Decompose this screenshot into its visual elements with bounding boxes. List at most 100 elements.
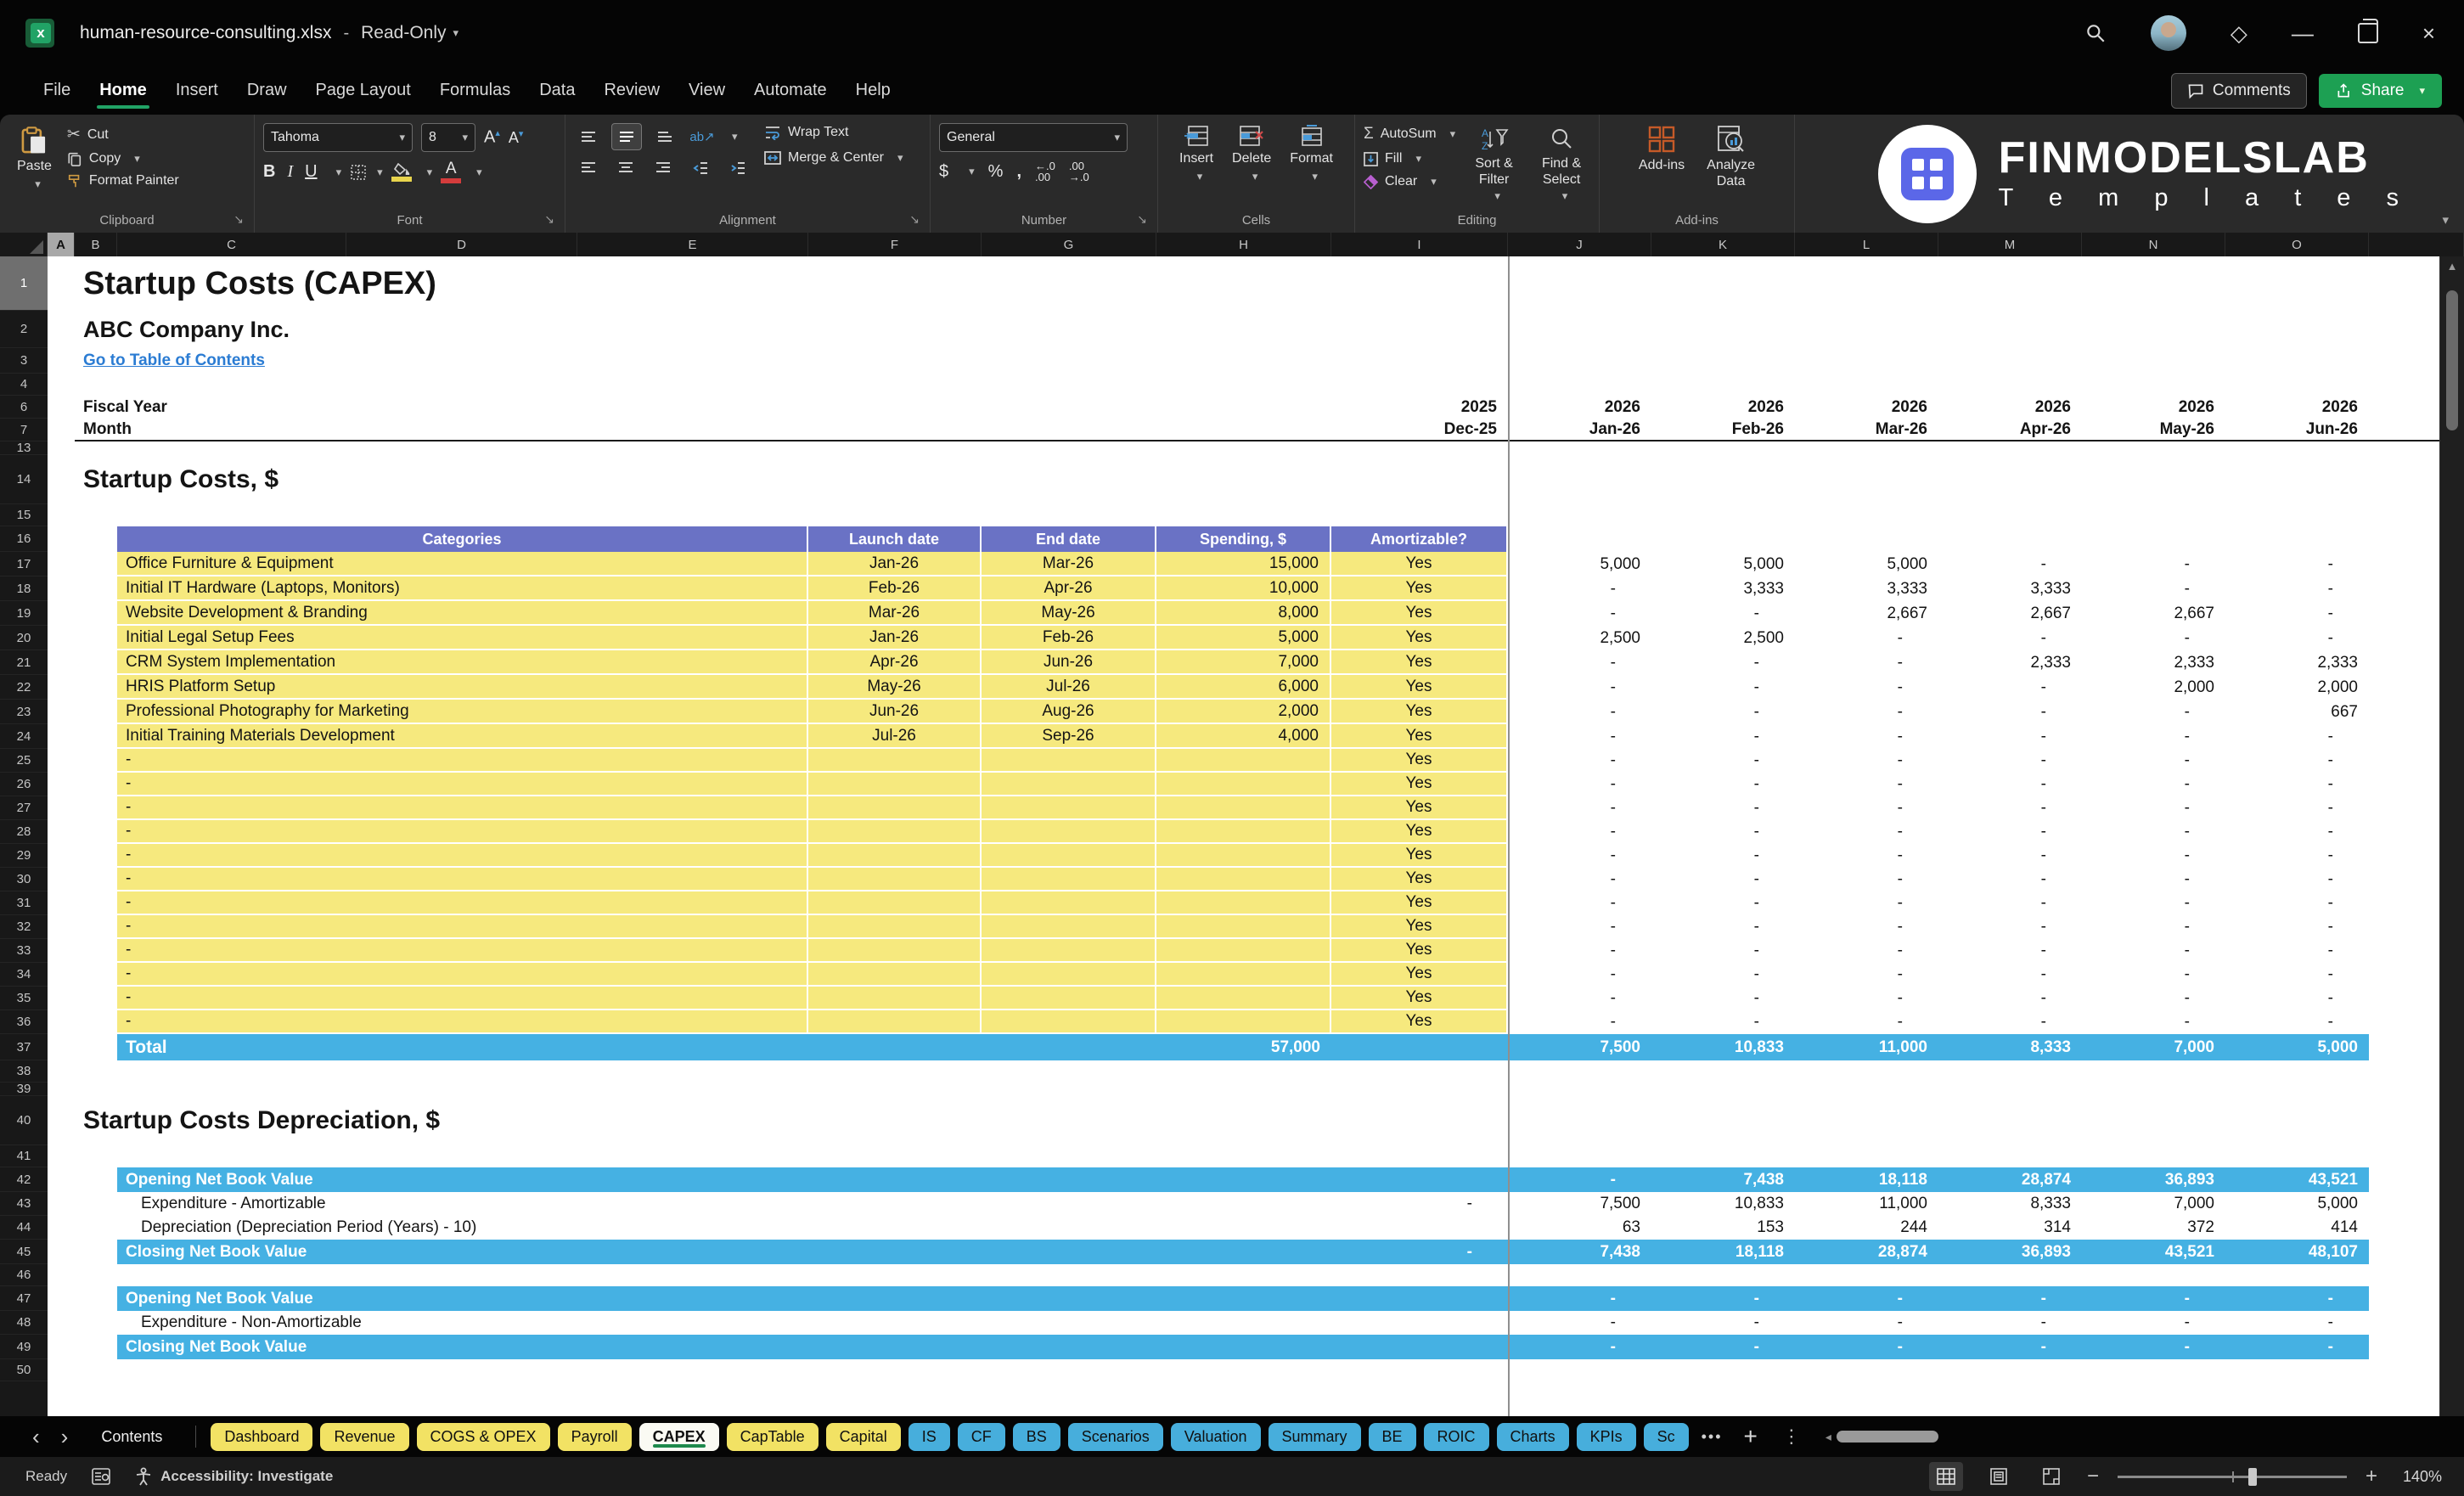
cell-value[interactable]: 2,667 xyxy=(1938,601,2082,626)
cell-amortizable[interactable]: Yes xyxy=(1331,963,1508,987)
cell-value[interactable]: - xyxy=(1508,844,1651,868)
cell-value[interactable]: - xyxy=(1651,601,1795,626)
row-header-31[interactable]: 31 xyxy=(0,891,48,915)
cell-spending[interactable] xyxy=(1156,820,1331,844)
cell-spending[interactable]: 8,000 xyxy=(1156,601,1331,626)
cell-value[interactable]: - xyxy=(1331,1192,1508,1216)
cell-total-value[interactable]: 5,000 xyxy=(2225,1034,2369,1060)
cell-value[interactable]: - xyxy=(1651,700,1795,724)
cell-value[interactable]: - xyxy=(1651,891,1795,915)
cell-value[interactable]: - xyxy=(2082,700,2225,724)
cell-spending[interactable]: 10,000 xyxy=(1156,576,1331,601)
cell-value[interactable]: - xyxy=(1508,773,1651,796)
cell-value[interactable]: - xyxy=(1508,939,1651,963)
align-middle-button[interactable] xyxy=(611,123,642,150)
cell-amortizable[interactable]: Yes xyxy=(1331,749,1508,773)
cell-value[interactable]: - xyxy=(1938,939,2082,963)
cell-category[interactable]: Initial Training Materials Development xyxy=(117,724,808,749)
cell-category[interactable]: - xyxy=(117,891,808,915)
collapse-ribbon-chevron-icon[interactable]: ▾ xyxy=(2442,212,2449,228)
cell[interactable] xyxy=(48,311,75,348)
cell-value[interactable]: - xyxy=(2082,963,2225,987)
menu-tab-review[interactable]: Review xyxy=(589,74,674,107)
cell-end-date[interactable]: Aug-26 xyxy=(982,700,1156,724)
row-header-48[interactable]: 48 xyxy=(0,1311,48,1335)
menu-tab-automate[interactable]: Automate xyxy=(740,74,841,107)
cell-value[interactable]: - xyxy=(1938,915,2082,939)
decrease-decimal-button[interactable]: .00 →.0 xyxy=(1069,160,1089,183)
cell-end-date[interactable]: Apr-26 xyxy=(982,576,1156,601)
cell-value[interactable]: - xyxy=(2082,626,2225,650)
row-header-34[interactable]: 34 xyxy=(0,963,48,987)
font-color-button[interactable]: A xyxy=(441,160,462,183)
zoom-percentage[interactable]: 140% xyxy=(2396,1468,2442,1486)
cell-value[interactable]: 2,000 xyxy=(2225,675,2369,700)
cell-value[interactable]: 2,667 xyxy=(2082,601,2225,626)
cell-value[interactable]: - xyxy=(1651,1286,1795,1311)
cell-value[interactable]: 8,333 xyxy=(1938,1192,2082,1216)
cell-value[interactable]: - xyxy=(2082,844,2225,868)
cell-value[interactable]: - xyxy=(1508,724,1651,749)
row-header-41[interactable]: 41 xyxy=(0,1145,48,1167)
cell-value[interactable]: - xyxy=(1651,1311,1795,1335)
table-header-categories[interactable]: Categories xyxy=(117,526,808,552)
row-header-39[interactable]: 39 xyxy=(0,1083,48,1096)
cell-end-date[interactable] xyxy=(982,796,1156,820)
menu-tab-home[interactable]: Home xyxy=(85,74,161,109)
cell-value[interactable]: 2026 xyxy=(1938,396,2082,419)
alignment-dialog-launcher[interactable]: ↘ xyxy=(909,212,920,227)
row-header-7[interactable]: 7 xyxy=(0,419,48,441)
percent-style-button[interactable]: % xyxy=(988,162,1004,182)
row-header-2[interactable]: 2 xyxy=(0,311,48,348)
row-header-15[interactable]: 15 xyxy=(0,504,48,526)
normal-view-button[interactable] xyxy=(1928,1462,1963,1491)
cell-value[interactable]: - xyxy=(1938,626,2082,650)
cell-value[interactable]: 153 xyxy=(1651,1216,1795,1240)
cell-value[interactable]: - xyxy=(2082,820,2225,844)
cell-category[interactable]: - xyxy=(117,868,808,891)
cell-value[interactable]: Jun-26 xyxy=(2225,419,2369,441)
column-header-k[interactable]: K xyxy=(1651,233,1795,256)
addins-button[interactable]: Add-ins xyxy=(1632,123,1691,207)
cell-spending[interactable] xyxy=(1156,891,1331,915)
cell-value[interactable]: Mar-26 xyxy=(1795,419,1938,441)
cell-spending[interactable]: 4,000 xyxy=(1156,724,1331,749)
cell-value[interactable]: - xyxy=(2082,576,2225,601)
scroll-up-arrow-icon[interactable]: ▲ xyxy=(2440,260,2464,273)
cell-value[interactable]: - xyxy=(1938,987,2082,1010)
row-header-23[interactable]: 23 xyxy=(0,700,48,724)
zoom-slider[interactable] xyxy=(2117,1467,2347,1486)
cell[interactable] xyxy=(48,820,117,844)
row-header-29[interactable]: 29 xyxy=(0,844,48,868)
cell-spending[interactable]: 6,000 xyxy=(1156,675,1331,700)
cell-value[interactable]: 18,118 xyxy=(1795,1167,1938,1192)
underline-chevron[interactable]: ▾ xyxy=(336,166,342,179)
cell-value[interactable]: Feb-26 xyxy=(1651,419,1795,441)
orientation-chevron[interactable]: ▾ xyxy=(732,130,738,143)
scroll-left-arrow-icon[interactable]: ◂ xyxy=(1825,1430,1831,1444)
cell-value[interactable]: - xyxy=(1651,915,1795,939)
bold-button[interactable]: B xyxy=(263,162,275,182)
column-header-c[interactable]: C xyxy=(117,233,346,256)
cell-value[interactable]: - xyxy=(1795,1286,1938,1311)
column-header-g[interactable]: G xyxy=(982,233,1156,256)
cell-launch-date[interactable] xyxy=(808,987,982,1010)
cell-value[interactable]: 5,000 xyxy=(2225,1192,2369,1216)
new-sheet-button[interactable]: + xyxy=(1735,1425,1766,1448)
cell-value[interactable]: - xyxy=(1795,963,1938,987)
cell-value[interactable]: - xyxy=(2225,1010,2369,1034)
cell[interactable] xyxy=(48,1034,117,1060)
accounting-format-button[interactable]: $ xyxy=(939,162,948,182)
search-icon[interactable] xyxy=(2084,22,2107,44)
cell[interactable] xyxy=(48,700,117,724)
cell[interactable] xyxy=(1508,526,2464,552)
row-header-3[interactable]: 3 xyxy=(0,348,48,374)
cell-category[interactable]: - xyxy=(117,773,808,796)
cell-amortizable[interactable]: Yes xyxy=(1331,601,1508,626)
fill-color-button[interactable] xyxy=(391,162,412,182)
cell-launch-date[interactable] xyxy=(808,868,982,891)
cell-label[interactable]: Closing Net Book Value xyxy=(117,1335,1331,1359)
cell-spending[interactable] xyxy=(1156,915,1331,939)
cell-value[interactable]: - xyxy=(2082,773,2225,796)
cell-value[interactable]: - xyxy=(1795,891,1938,915)
